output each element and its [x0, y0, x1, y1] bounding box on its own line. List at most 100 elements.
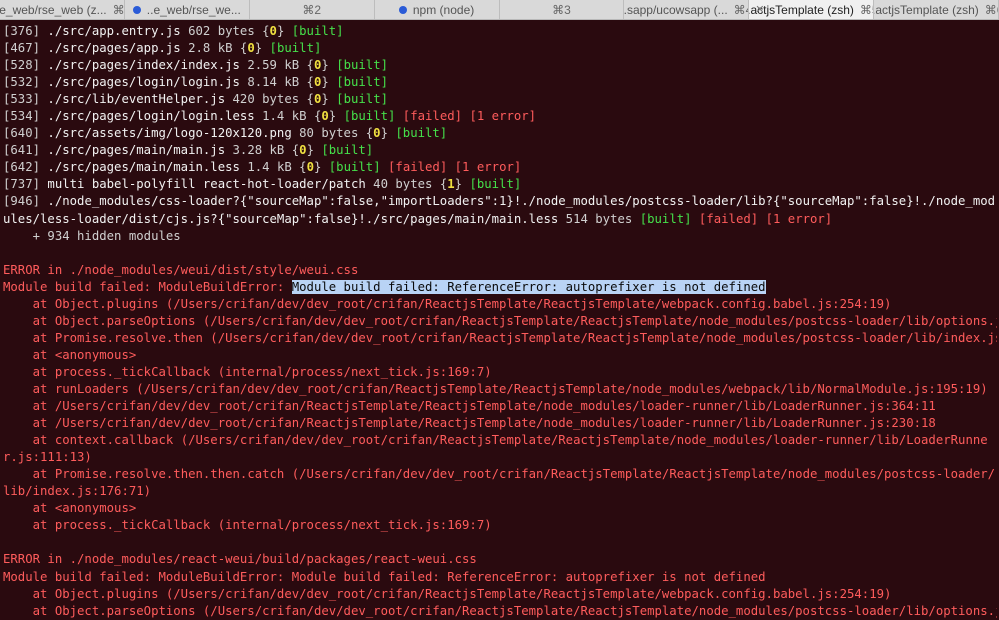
line-segment: at /Users/crifan/dev/dev_root/crifan/Rea…	[3, 399, 936, 414]
line-segment: 0	[306, 160, 314, 175]
line-segment: }	[380, 126, 396, 141]
line-segment: [built]	[469, 177, 522, 192]
line-segment: }	[276, 24, 292, 38]
line-segment: 8.14 kB {	[239, 75, 314, 90]
line-segment: 3.28 kB {	[225, 143, 300, 158]
line-segment: }	[321, 58, 337, 73]
terminal-line: at /Users/crifan/dev/dev_root/crifan/Rea…	[3, 398, 997, 415]
line-segment: at Object.plugins (/Users/crifan/dev/dev…	[3, 586, 892, 601]
line-segment: at runLoaders (/Users/crifan/dev/dev_roo…	[3, 381, 988, 396]
line-segment: at process._tickCallback (internal/proce…	[3, 364, 492, 379]
line-segment: }	[454, 177, 470, 192]
line-segment: [1 error]	[758, 211, 833, 226]
line-segment: at Object.parseOptions (/Users/crifan/de…	[3, 603, 997, 618]
terminal-line: [641] ./src/pages/main/main.js 3.28 kB {…	[3, 142, 997, 159]
line-segment: [532]	[3, 75, 48, 90]
terminal-line: at Promise.resolve.then.then.catch (/Use…	[3, 466, 997, 500]
line-segment: [failed]	[395, 109, 463, 124]
line-segment: [built]	[343, 109, 396, 124]
tab-3[interactable]: ⌘2	[250, 0, 375, 19]
selected-text: Module build failed: ReferenceError: aut…	[291, 279, 766, 294]
line-segment: [built]	[336, 58, 389, 73]
line-segment: at Object.plugins (/Users/crifan/dev/dev…	[3, 296, 892, 311]
line-segment: }	[306, 143, 322, 158]
tab-label: ..e_web/rse_we...	[146, 2, 241, 17]
tab-label: ..e_web/rse_web (z...	[0, 2, 107, 17]
line-segment: [built]	[336, 75, 389, 90]
line-segment: ./src/assets/img/logo-120x120.png	[47, 126, 292, 141]
close-icon[interactable]: ✕	[755, 3, 764, 16]
tab-2[interactable]: ..e_web/rse_we...	[125, 0, 250, 19]
line-segment: 2.59 kB {	[239, 58, 314, 73]
line-segment: 1	[447, 177, 455, 192]
line-segment: ./src/app.entry.js	[47, 24, 181, 38]
line-segment: ./src/pages/index/index.js	[47, 58, 240, 73]
line-segment: [467]	[3, 41, 48, 56]
activity-dot-icon	[398, 5, 407, 14]
terminal-line: at process._tickCallback (internal/proce…	[3, 517, 997, 534]
terminal-line: at /Users/crifan/dev/dev_root/crifan/Rea…	[3, 415, 997, 432]
line-segment: }	[313, 160, 329, 175]
line-segment: multi babel-polyfill react-hot-loader/pa…	[47, 177, 366, 192]
tab-4[interactable]: npm (node)	[375, 0, 500, 19]
tab-shortcut: ⌘4	[733, 2, 749, 17]
tab-shortcut: ⌘1	[112, 2, 125, 17]
terminal-line: at process._tickCallback (internal/proce…	[3, 364, 997, 381]
line-segment: at Promise.resolve.then (/Users/crifan/d…	[3, 330, 997, 345]
terminal-line: at Promise.resolve.then (/Users/crifan/d…	[3, 330, 997, 347]
line-segment: ./src/pages/main/main.js	[47, 143, 226, 158]
line-segment: at process._tickCallback (internal/proce…	[3, 518, 492, 533]
tab-6[interactable]: ..sapp/ucowsapp (... ⌘4	[624, 0, 750, 19]
line-segment: at context.callback (/Users/crifan/dev/d…	[3, 433, 988, 465]
tab-shortcut: ⌘5	[859, 2, 873, 17]
terminal-line: [376] ./src/app.entry.js 602 bytes {0} […	[3, 23, 997, 40]
terminal-line: + 934 hidden modules	[3, 228, 997, 245]
line-segment: [built]	[291, 24, 344, 38]
tab-8[interactable]: ..actjsTemplate (zsh) ⌘6	[874, 0, 999, 19]
line-segment: [built]	[321, 143, 374, 158]
terminal-line: [640] ./src/assets/img/logo-120x120.png …	[3, 125, 997, 142]
line-segment: [failed]	[691, 211, 759, 226]
tab-label: ..actjsTemplate (zsh)	[749, 2, 854, 17]
line-segment: [built]	[639, 211, 692, 226]
line-segment: 0	[247, 41, 255, 56]
tab-shortcut: ⌘3	[552, 2, 571, 17]
line-segment: [1 error]	[462, 109, 537, 124]
line-segment: Module build failed: ModuleBuildError:	[3, 279, 292, 294]
line-segment: [640]	[3, 126, 48, 141]
terminal-output[interactable]: [376] ./src/app.entry.js 602 bytes {0} […	[0, 20, 999, 620]
terminal-line: at context.callback (/Users/crifan/dev/d…	[3, 432, 997, 466]
line-segment: [533]	[3, 92, 48, 107]
tab-shortcut: ⌘2	[302, 2, 322, 17]
line-segment: }	[321, 75, 337, 90]
line-segment: 0	[269, 24, 277, 38]
line-segment: 514 bytes	[558, 211, 640, 226]
line-segment: }	[254, 41, 270, 56]
line-segment: at /Users/crifan/dev/dev_root/crifan/Rea…	[3, 416, 936, 431]
line-segment: at Object.parseOptions (/Users/crifan/de…	[3, 313, 997, 328]
line-segment: 40 bytes {	[365, 177, 448, 192]
line-segment: 0	[321, 109, 329, 124]
line-segment: [built]	[395, 126, 448, 141]
line-segment: ./src/lib/eventHelper.js	[47, 92, 226, 107]
line-segment: [946]	[3, 194, 48, 209]
tab-5[interactable]: ⌘3	[500, 0, 625, 19]
line-segment: [1 error]	[447, 160, 522, 175]
line-segment: [642]	[3, 160, 48, 175]
terminal-line: at Object.plugins (/Users/crifan/dev/dev…	[3, 296, 997, 313]
line-segment: ./src/pages/login/login.less	[47, 109, 255, 124]
terminal-line: at <anonymous>	[3, 347, 997, 364]
line-segment: }	[328, 109, 344, 124]
line-segment: 1.4 kB {	[254, 109, 322, 124]
terminal-line: [737] multi babel-polyfill react-hot-loa…	[3, 176, 997, 193]
tab-7[interactable]: ✕..actjsTemplate (zsh) ⌘5	[749, 0, 875, 19]
terminal-line: ERROR in ./node_modules/react-weui/build…	[3, 551, 997, 568]
line-segment: at <anonymous>	[3, 347, 137, 362]
line-segment: 420 bytes {	[225, 92, 314, 107]
tab-1[interactable]: ..e_web/rse_web (z... ⌘1	[0, 0, 125, 19]
line-segment: Module build failed: ModuleBuildError: M…	[3, 569, 766, 584]
terminal-line: [946] ./node_modules/css-loader?{"source…	[3, 193, 997, 227]
terminal-line: ERROR in ./node_modules/weui/dist/style/…	[3, 262, 997, 279]
tab-label: ..actjsTemplate (zsh)	[874, 2, 979, 17]
